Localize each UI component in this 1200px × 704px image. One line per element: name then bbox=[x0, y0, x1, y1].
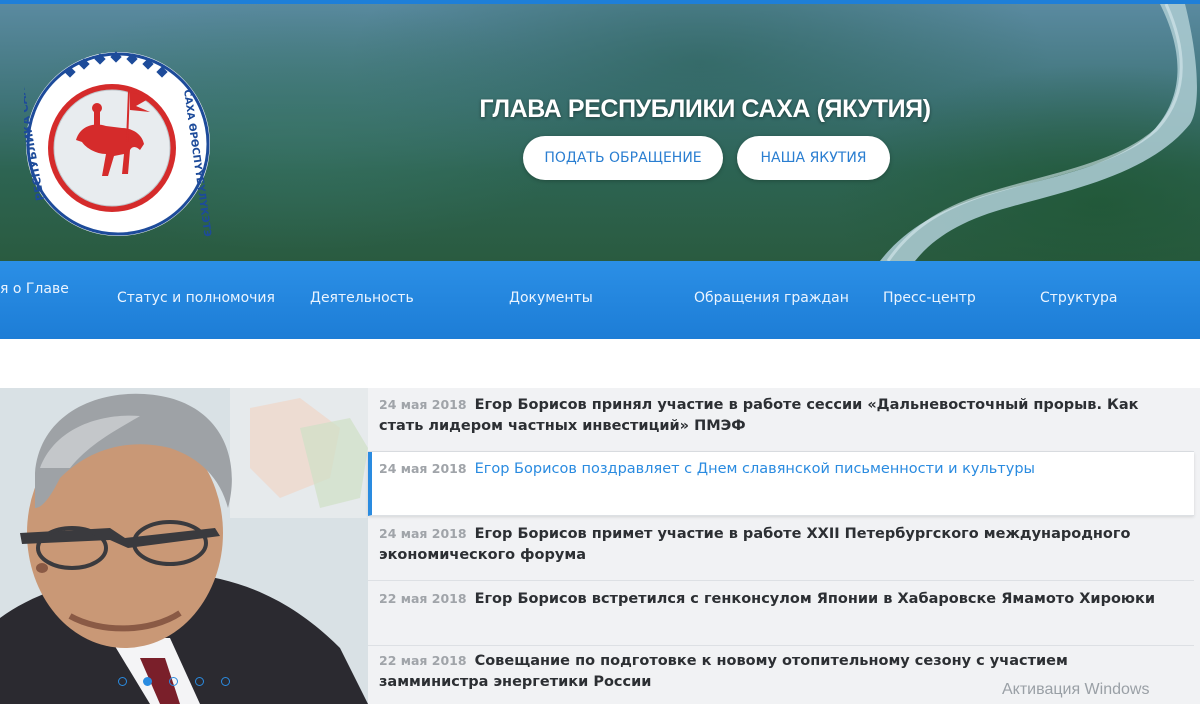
slider-dot-3[interactable] bbox=[169, 677, 178, 686]
news-item-active[interactable]: 24 мая 2018 Егор Борисов поздравляет с Дн… bbox=[368, 452, 1194, 516]
news-title[interactable]: Егор Борисов поздравляет с Днем славянск… bbox=[475, 461, 1035, 477]
news-date: 22 мая 2018 bbox=[379, 591, 467, 606]
portrait-photo-slider[interactable] bbox=[0, 388, 368, 704]
nav-item-status[interactable]: Статус и полномочия bbox=[117, 290, 275, 306]
windows-activation-watermark: Активация Windows bbox=[1002, 681, 1150, 698]
portrait-image bbox=[0, 388, 368, 704]
news-date: 24 мая 2018 bbox=[379, 397, 467, 412]
nav-item-appeals[interactable]: Обращения граждан bbox=[694, 290, 849, 306]
news-date: 24 мая 2018 bbox=[379, 461, 467, 476]
nav-item-structure[interactable]: Структура bbox=[1040, 290, 1117, 306]
page-title: ГЛАВА РЕСПУБЛИКИ САХА (ЯКУТИЯ) bbox=[479, 95, 931, 123]
submit-appeal-button[interactable]: ПОДАТЬ ОБРАЩЕНИЕ bbox=[523, 136, 723, 180]
slider-dot-2[interactable] bbox=[143, 677, 152, 686]
slider-dot-5[interactable] bbox=[221, 677, 230, 686]
news-title[interactable]: Егор Борисов принял участие в работе сес… bbox=[379, 397, 1138, 434]
news-title[interactable]: Егор Борисов примет участие в работе XXI… bbox=[379, 526, 1130, 563]
news-title[interactable]: Егор Борисов встретился с генконсулом Яп… bbox=[475, 591, 1155, 607]
news-list: 24 мая 2018 Егор Борисов принял участие в… bbox=[368, 388, 1200, 704]
news-title[interactable]: Совещание по подготовке к новому отопите… bbox=[379, 653, 1068, 690]
news-item[interactable]: 22 мая 2018 Егор Борисов встретился с ген… bbox=[368, 582, 1194, 646]
header-banner: РЕСПУБЛИКА САХА (ЯКУТИЯ) САХА ӨРӨСПҮҮБҮЛ… bbox=[0, 4, 1200, 261]
news-item[interactable]: 24 мая 2018 Егор Борисов примет участие в… bbox=[368, 517, 1194, 581]
news-item[interactable]: 24 мая 2018 Егор Борисов принял участие в… bbox=[368, 388, 1194, 452]
our-yakutia-button[interactable]: НАША ЯКУТИЯ bbox=[737, 136, 890, 180]
news-date: 24 мая 2018 bbox=[379, 526, 467, 541]
slider-dot-1[interactable] bbox=[118, 677, 127, 686]
slider-dot-4[interactable] bbox=[195, 677, 204, 686]
nav-item-press[interactable]: Пресс-центр bbox=[883, 290, 976, 306]
nav-item-activity[interactable]: Деятельность bbox=[310, 290, 414, 306]
nav-item-documents[interactable]: Документы bbox=[509, 290, 593, 306]
spacer bbox=[0, 339, 1200, 388]
republic-emblem-logo[interactable]: РЕСПУБЛИКА САХА (ЯКУТИЯ) САХА ӨРӨСПҮҮБҮЛ… bbox=[24, 50, 212, 238]
main-nav: я о Главе Статус и полномочия Деятельнос… bbox=[0, 261, 1200, 339]
news-date: 22 мая 2018 bbox=[379, 653, 467, 668]
nav-item-about[interactable]: я о Главе bbox=[0, 281, 69, 297]
